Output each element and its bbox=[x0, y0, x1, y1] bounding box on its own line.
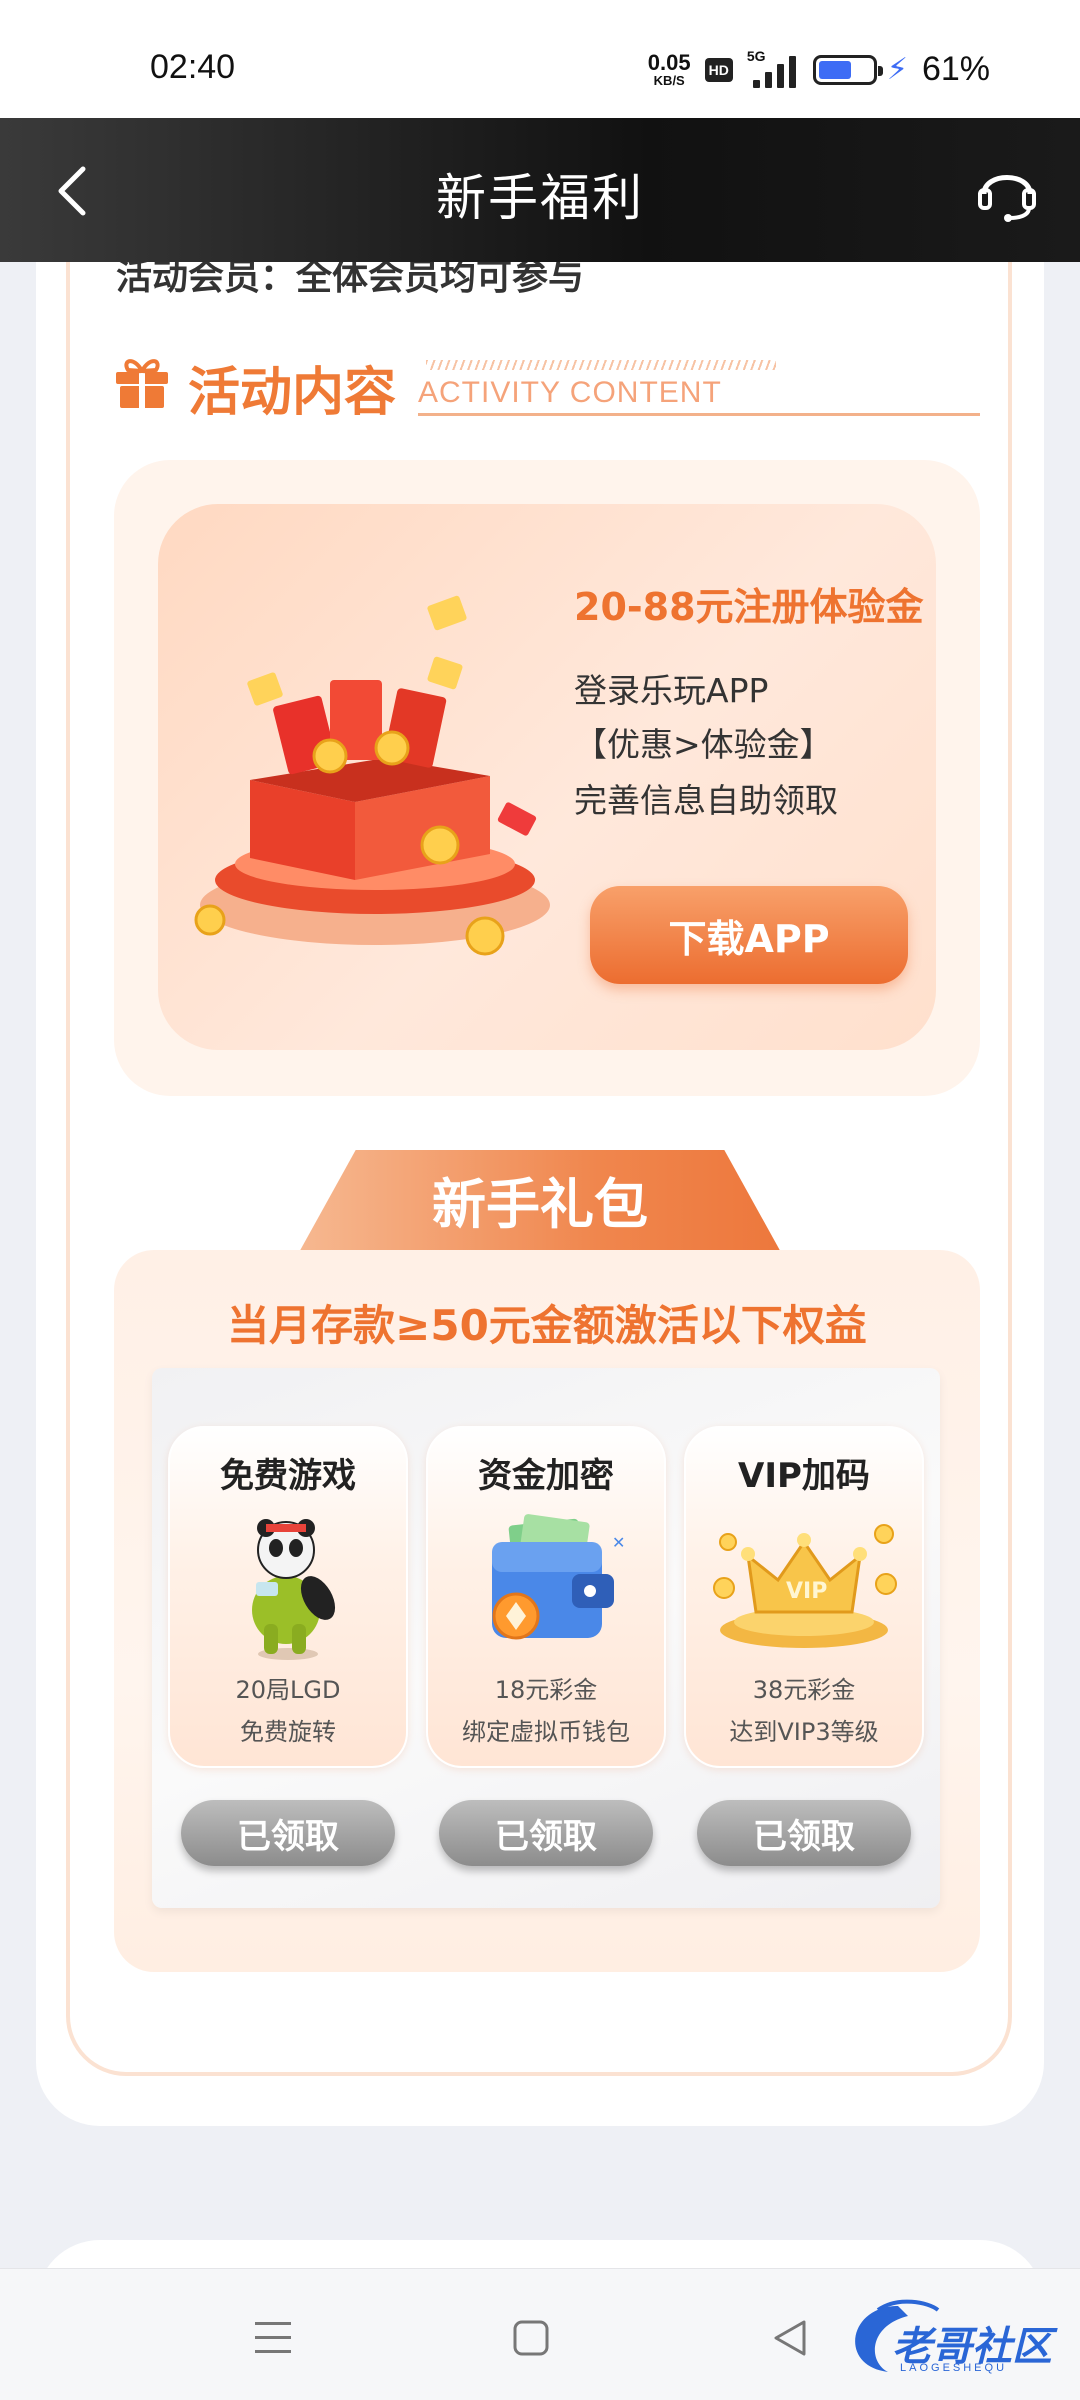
pack-headline: 当月存款≥50元金额激活以下权益 bbox=[227, 1301, 867, 1350]
square-home-icon bbox=[513, 2320, 549, 2356]
wallet-icon: ✕ bbox=[492, 1514, 625, 1640]
svg-text:VIP: VIP bbox=[786, 1579, 827, 1604]
network-speed-value: 0.05 bbox=[647, 50, 691, 75]
crown-icon: VIP bbox=[713, 1524, 897, 1648]
benefit-title: 资金加密 bbox=[478, 1456, 614, 1496]
claimed-button[interactable]: 已领取 bbox=[697, 1800, 911, 1866]
status-time: 02:40 bbox=[150, 48, 236, 86]
watermark-subtext: LAOGESHEQU bbox=[900, 2362, 1008, 2374]
page-title: 新手福利 bbox=[436, 169, 644, 227]
benefit-title: VIP加码 bbox=[738, 1456, 870, 1496]
benefit-detail: 免费旋转 bbox=[240, 1718, 336, 1746]
nav-bar: 新手福利 bbox=[0, 118, 1080, 262]
svg-text:✕: ✕ bbox=[612, 1533, 625, 1552]
claimed-button[interactable]: 已领取 bbox=[181, 1800, 395, 1866]
status-indicators: 0.05 KB/S HD 5G ⚡ 61% bbox=[647, 48, 990, 89]
red-envelope-gift-box-illustration bbox=[194, 595, 550, 956]
network-speed: 0.05 KB/S bbox=[647, 50, 691, 88]
panda-character-icon bbox=[252, 1519, 336, 1660]
network-type: 5G bbox=[746, 47, 766, 64]
triangle-back-icon bbox=[774, 2320, 806, 2356]
signal-icon: 5G bbox=[747, 48, 799, 88]
charging-bolt-icon: ⚡ bbox=[886, 52, 908, 87]
bonus-title: 20-88元注册体验金 bbox=[574, 585, 924, 629]
step-login: 登录乐玩APP bbox=[574, 671, 769, 710]
benefit-title: 免费游戏 bbox=[220, 1456, 356, 1496]
status-bar: 02:40 0.05 KB/S HD 5G ⚡ 61% bbox=[0, 0, 1080, 118]
benefit-detail: 38元彩金 bbox=[752, 1676, 856, 1704]
pack-title: 新手礼包 bbox=[432, 1173, 648, 1236]
battery-icon bbox=[812, 54, 883, 85]
step-promo-path: 【优惠>体验金】 bbox=[574, 725, 833, 764]
battery-percent: 61% bbox=[921, 50, 990, 88]
network-speed-unit: KB/S bbox=[653, 73, 685, 88]
hd-badge: HD bbox=[704, 57, 733, 82]
home-button[interactable] bbox=[506, 2313, 556, 2363]
headset-icon bbox=[978, 175, 1036, 222]
section-subtitle-text: ACTIVITY CONTENT bbox=[418, 376, 722, 409]
menu-icon bbox=[255, 2322, 291, 2353]
step-complete-info: 完善信息自助领取 bbox=[574, 781, 838, 820]
recent-apps-button[interactable] bbox=[248, 2313, 298, 2363]
download-app-button[interactable]: 下载APP bbox=[590, 886, 908, 984]
system-back-button[interactable] bbox=[764, 2313, 814, 2363]
benefit-detail: 18元彩金 bbox=[494, 1676, 598, 1704]
activity-section-header: 活动内容 ACTIVITY CONTENT bbox=[112, 350, 980, 423]
customer-service-button[interactable] bbox=[974, 158, 1040, 224]
section-title: 活动内容 bbox=[188, 363, 397, 423]
claimed-button[interactable]: 已领取 bbox=[439, 1800, 653, 1866]
benefit-detail: 绑定虚拟币钱包 bbox=[462, 1718, 630, 1746]
section-subtitle: ACTIVITY CONTENT bbox=[418, 360, 980, 416]
benefit-detail: 20局LGD bbox=[235, 1676, 341, 1704]
gift-icon bbox=[116, 359, 168, 408]
benefit-detail: 达到VIP3等级 bbox=[729, 1718, 879, 1746]
